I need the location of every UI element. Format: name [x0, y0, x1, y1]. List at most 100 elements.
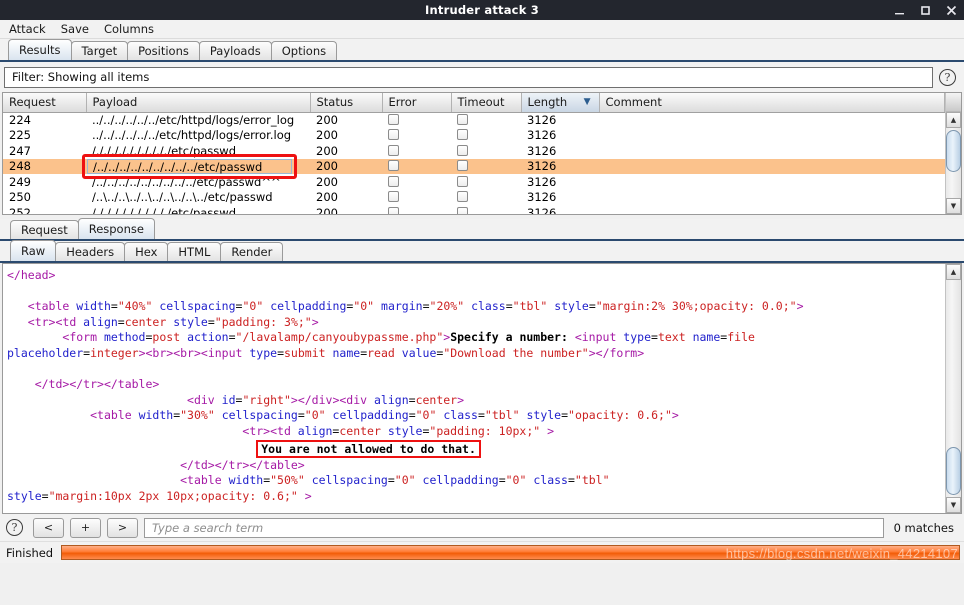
search-next-button[interactable]: > [107, 517, 138, 538]
close-icon[interactable] [945, 4, 958, 17]
results-header-row: Request Payload Status Error Timeout Len… [3, 93, 945, 113]
column-header-payload[interactable]: Payload [86, 93, 311, 113]
tab-raw[interactable]: Raw [10, 240, 57, 261]
results-table-container: Request Payload Status Error Timeout Len… [2, 92, 962, 215]
scroll-up-button[interactable]: ▲ [946, 112, 961, 128]
cell-error [382, 158, 451, 174]
response-token: = [408, 408, 416, 423]
table-row[interactable]: 250 /..\../..\../..\../..\../..\../etc/p… [3, 190, 945, 206]
table-row[interactable]: 247 /././././././././././etc/passwd 200 … [3, 143, 945, 159]
response-token: <table [90, 408, 139, 423]
search-input[interactable]: Type a search term [144, 517, 884, 538]
response-token: = [110, 299, 118, 314]
error-checkbox[interactable] [388, 191, 399, 203]
tab-hex[interactable]: Hex [124, 242, 169, 261]
timeout-checkbox[interactable] [457, 144, 468, 156]
tab-render[interactable]: Render [220, 242, 284, 261]
results-scrollbar[interactable]: ▲ ▼ [945, 93, 961, 214]
response-token: margin [381, 299, 423, 314]
error-checkbox[interactable] [388, 160, 399, 172]
filter-text: Filter: Showing all items [12, 70, 150, 84]
tab-payloads[interactable]: Payloads [198, 41, 272, 60]
tab-request[interactable]: Request [10, 220, 79, 239]
search-help-icon[interactable]: ? [6, 519, 23, 536]
column-header-timeout[interactable]: Timeout [451, 93, 522, 113]
table-row[interactable]: 225 ../../../../../../etc/httpd/logs/err… [3, 128, 945, 144]
search-add-button[interactable]: + [70, 517, 101, 538]
tab-options[interactable]: Options [270, 41, 338, 60]
response-token: "20%" [429, 299, 465, 314]
column-header-error[interactable]: Error [382, 93, 452, 113]
cell-error [382, 205, 451, 214]
column-header-comment[interactable]: Comment [599, 93, 945, 113]
column-header-status[interactable]: Status [310, 93, 383, 113]
timeout-checkbox[interactable] [457, 175, 468, 187]
scroll-thumb[interactable] [946, 447, 961, 495]
timeout-checkbox[interactable] [457, 114, 468, 125]
response-token: Specify a number: [450, 330, 575, 345]
tab-results[interactable]: Results [8, 39, 72, 60]
cell-status: 200 [316, 143, 338, 158]
error-checkbox[interactable] [388, 114, 399, 125]
response-line: </td></tr></table> [7, 458, 941, 474]
response-token: center [124, 314, 167, 329]
timeout-checkbox[interactable] [457, 160, 468, 172]
window-title: Intruder attack 3 [425, 3, 539, 17]
scroll-down-button[interactable]: ▼ [946, 198, 961, 214]
response-token: "0" [415, 408, 437, 423]
minimize-icon[interactable] [893, 4, 906, 17]
table-row[interactable]: 224 ../../../../../../etc/httpd/logs/err… [3, 112, 945, 128]
tab-html[interactable]: HTML [167, 242, 222, 261]
annotation-box-response-message: You are not allowed to do that. [256, 439, 481, 458]
response-token: style [526, 408, 562, 423]
filter-bar[interactable]: Filter: Showing all items [4, 66, 933, 88]
timeout-checkbox[interactable] [457, 206, 468, 214]
response-token: align [297, 423, 333, 438]
column-header-request[interactable]: Request [3, 93, 87, 113]
table-row[interactable]: 252 /././././././././././etc/passwd 200 … [3, 205, 945, 214]
response-line [7, 284, 941, 300]
help-icon[interactable]: ? [939, 68, 956, 86]
tab-target[interactable]: Target [70, 41, 129, 60]
scroll-track[interactable] [946, 280, 961, 497]
response-token: = [117, 314, 125, 329]
cell-length: 3126 [527, 128, 557, 143]
table-row[interactable]: 249 /../../../../../../../../../etc/pass… [3, 174, 945, 190]
menu-item-save[interactable]: Save [59, 21, 91, 37]
column-header-length[interactable]: Length ▼ [521, 93, 600, 113]
main-tabs: Results Target Positions Payloads Option… [0, 39, 964, 62]
response-token: cellpadding [270, 299, 347, 314]
error-checkbox[interactable] [388, 206, 399, 214]
timeout-checkbox[interactable] [457, 191, 468, 203]
response-token: "40%" [117, 299, 153, 314]
tab-headers[interactable]: Headers [55, 242, 126, 261]
timeout-checkbox[interactable] [457, 129, 468, 141]
scroll-up-button[interactable]: ▲ [946, 264, 961, 280]
cell-timeout [451, 174, 521, 190]
response-line: </td></tr></table> [7, 377, 941, 393]
error-checkbox[interactable] [388, 175, 399, 187]
maximize-icon[interactable] [919, 4, 932, 17]
tab-positions[interactable]: Positions [127, 41, 200, 60]
cell-request: 252 [9, 205, 31, 214]
response-raw-text[interactable]: </head> <table width="40%" cellspacing="… [3, 264, 945, 513]
response-token: placeholder [7, 345, 84, 360]
response-scrollbar[interactable]: ▲ ▼ [945, 264, 961, 513]
search-prev-button[interactable]: < [33, 517, 64, 538]
response-token: = [422, 299, 430, 314]
response-line: <tr><td align=center style="padding: 3%;… [7, 315, 941, 331]
response-token: > [297, 488, 312, 503]
cell-comment [599, 205, 945, 214]
tab-response[interactable]: Response [77, 218, 155, 239]
scroll-track[interactable] [946, 128, 961, 198]
response-line: You are not allowed to do that. [7, 439, 941, 458]
error-checkbox[interactable] [388, 144, 399, 156]
scroll-down-button[interactable]: ▼ [946, 497, 961, 513]
error-checkbox[interactable] [388, 129, 399, 141]
menu-item-columns[interactable]: Columns [102, 21, 156, 37]
response-token: "Download the number" [443, 345, 589, 360]
menu-item-attack[interactable]: Attack [7, 21, 48, 37]
scroll-thumb[interactable] [946, 130, 961, 172]
cell-error [382, 128, 451, 144]
response-token: > [457, 392, 465, 407]
